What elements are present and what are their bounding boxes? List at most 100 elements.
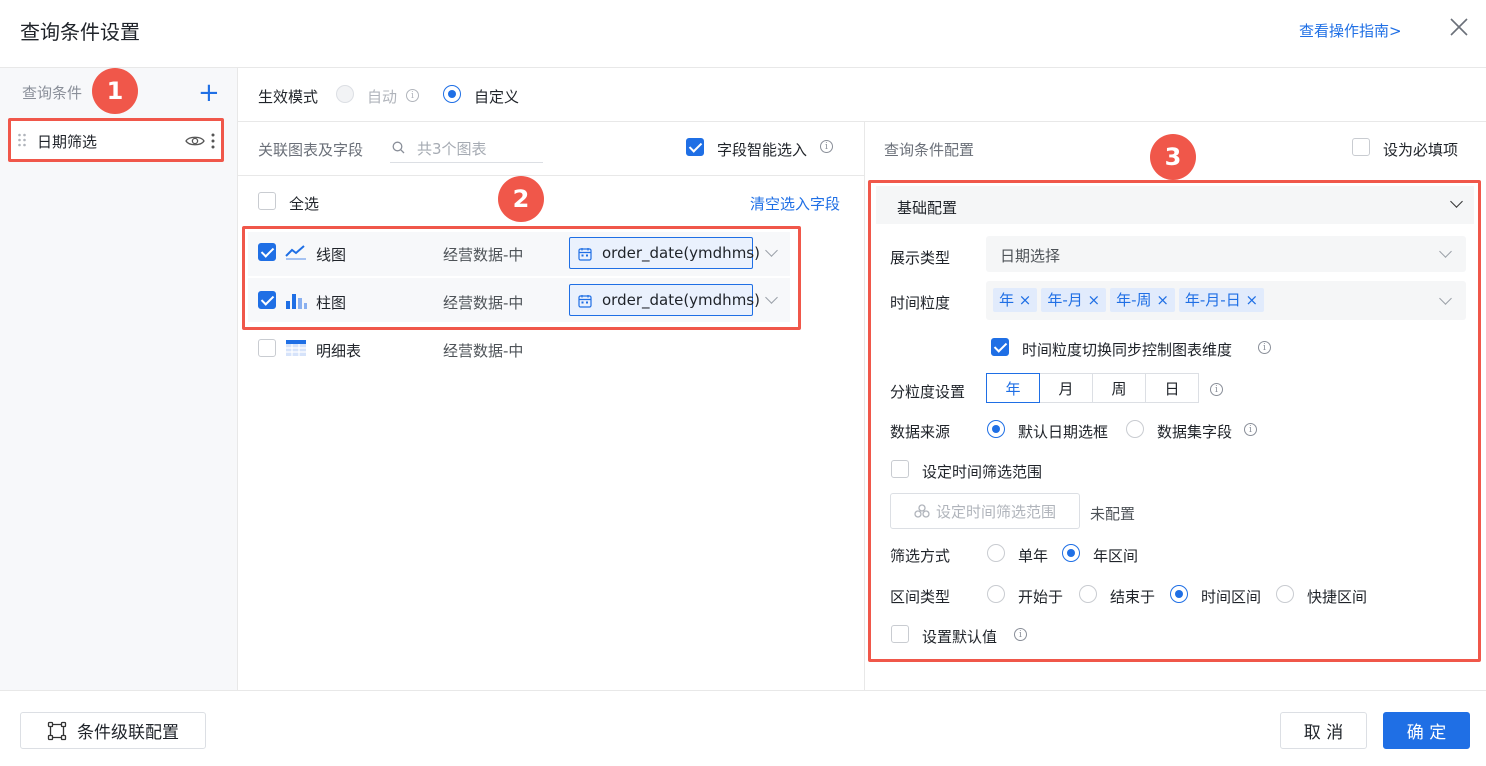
search-icon <box>392 141 405 154</box>
mode-custom-label: 自定义 <box>474 88 520 106</box>
display-type-select[interactable]: 日期选择 <box>986 236 1466 272</box>
field-value: order_date(ymdhms) <box>602 244 760 262</box>
cascade-config-button[interactable]: 条件级联配置 <box>20 712 206 749</box>
divider <box>238 121 1486 122</box>
source-dataset-radio[interactable] <box>1126 420 1144 438</box>
mode-auto-label: 自动 <box>367 88 398 106</box>
row-checkbox[interactable] <box>258 243 276 261</box>
sub-granularity-label: 分粒度设置 <box>890 383 966 401</box>
mode-custom-radio[interactable] <box>443 85 461 103</box>
time-range-status: 未配置 <box>1090 505 1136 523</box>
guide-link[interactable]: 查看操作指南> <box>1299 20 1402 41</box>
bar-chart-icon <box>286 294 307 309</box>
range-icon <box>914 504 930 518</box>
granularity-tag[interactable]: 年-月-日 × <box>1178 288 1265 312</box>
add-condition-icon[interactable]: + <box>198 80 220 106</box>
annotation-badge-3: 3 <box>1150 134 1196 180</box>
filter-year-range-radio[interactable] <box>1062 544 1080 562</box>
granularity-label: 时间粒度 <box>890 294 951 312</box>
info-icon: i <box>820 140 833 153</box>
calendar-icon <box>578 248 592 261</box>
sub-granularity-year[interactable]: 年 <box>986 373 1040 403</box>
cascade-icon <box>47 721 67 740</box>
more-icon[interactable] <box>211 133 215 149</box>
mode-auto-radio[interactable] <box>336 85 354 103</box>
condition-list-label: 查询条件 <box>22 84 83 102</box>
condition-item-date-filter[interactable]: 日期筛选 <box>8 118 224 162</box>
time-range-checkbox[interactable] <box>891 460 909 478</box>
default-value-checkbox[interactable] <box>891 625 909 643</box>
interval-end-label: 结束于 <box>1110 588 1156 606</box>
filter-single-year-label: 单年 <box>1018 547 1049 565</box>
field-value: order_date(ymdhms) <box>602 291 760 309</box>
dialog-title: 查询条件设置 <box>20 20 140 44</box>
annotation-badge-2: 2 <box>498 176 544 222</box>
chevron-down-icon <box>1439 245 1452 258</box>
granularity-tag[interactable]: 年-月 × <box>1041 288 1107 312</box>
chevron-down-icon <box>1439 292 1452 305</box>
chart-search-box[interactable]: 共3个图表 <box>390 131 543 163</box>
source-default-radio[interactable] <box>987 420 1005 438</box>
cancel-button[interactable]: 取 消 <box>1280 712 1367 749</box>
granularity-tags: 年 × 年-月 × 年-周 × 年-月-日 × <box>993 288 1265 312</box>
basic-config-header[interactable] <box>876 186 1474 224</box>
drag-handle-icon[interactable] <box>17 132 27 148</box>
smart-select-checkbox[interactable] <box>686 138 704 156</box>
clear-fields-link[interactable]: 清空选入字段 <box>750 193 840 214</box>
select-all-checkbox[interactable] <box>258 192 276 210</box>
related-charts-label: 关联图表及字段 <box>258 141 364 159</box>
sub-granularity-day[interactable]: 日 <box>1146 373 1199 403</box>
granularity-tag[interactable]: 年-周 × <box>1110 288 1175 312</box>
calendar-icon <box>578 295 592 308</box>
interval-end-radio[interactable] <box>1079 585 1097 603</box>
interval-start-radio[interactable] <box>987 585 1005 603</box>
row-checkbox[interactable] <box>258 339 276 357</box>
set-time-range-button[interactable]: 设定时间筛选范围 <box>890 493 1080 529</box>
required-checkbox[interactable] <box>1352 138 1370 156</box>
row-checkbox[interactable] <box>258 291 276 309</box>
mode-label: 生效模式 <box>258 88 319 106</box>
divider <box>864 121 865 690</box>
filter-mode-label: 筛选方式 <box>890 547 951 565</box>
granularity-tag[interactable]: 年 × <box>993 288 1038 312</box>
divider <box>238 175 864 176</box>
field-select[interactable]: order_date(ymdhms) <box>569 237 760 269</box>
display-type-value: 日期选择 <box>1000 247 1061 265</box>
interval-range-radio[interactable] <box>1170 585 1188 603</box>
sync-dimension-checkbox[interactable] <box>991 338 1009 356</box>
info-icon: i <box>1210 383 1223 396</box>
granularity-select[interactable]: 年 × 年-月 × 年-周 × 年-月-日 × <box>986 281 1466 320</box>
chart-name: 线图 <box>316 246 347 264</box>
interval-quick-label: 快捷区间 <box>1307 588 1368 606</box>
interval-range-label: 时间区间 <box>1201 588 1262 606</box>
info-icon: i <box>406 89 419 102</box>
cascade-config-label: 条件级联配置 <box>77 723 179 743</box>
config-label: 查询条件配置 <box>884 141 975 159</box>
data-source-label: 数据来源 <box>890 423 951 441</box>
eye-icon[interactable] <box>185 134 205 148</box>
dataset-name: 经营数据-中 <box>443 246 524 264</box>
basic-config-title: 基础配置 <box>897 199 958 217</box>
sub-granularity-week[interactable]: 周 <box>1093 373 1146 403</box>
field-select[interactable]: order_date(ymdhms) <box>569 284 760 316</box>
close-icon[interactable] <box>1448 16 1470 38</box>
smart-select-label: 字段智能选入 <box>717 141 808 159</box>
search-input[interactable]: 共3个图表 <box>417 138 487 159</box>
confirm-button[interactable]: 确 定 <box>1383 712 1470 749</box>
source-default-label: 默认日期选框 <box>1018 423 1109 441</box>
filter-year-range-label: 年区间 <box>1093 547 1139 565</box>
interval-start-label: 开始于 <box>1018 588 1064 606</box>
table-icon <box>286 340 306 356</box>
required-label: 设为必填项 <box>1383 141 1459 159</box>
interval-quick-radio[interactable] <box>1276 585 1294 603</box>
sub-granularity-month[interactable]: 月 <box>1040 373 1093 403</box>
time-range-label: 设定时间筛选范围 <box>922 463 1043 481</box>
source-dataset-label: 数据集字段 <box>1157 423 1233 441</box>
default-value-label: 设置默认值 <box>922 628 998 646</box>
select-all-label: 全选 <box>289 195 320 213</box>
sync-dimension-label: 时间粒度切换同步控制图表维度 <box>1022 341 1233 359</box>
dataset-name: 经营数据-中 <box>443 294 524 312</box>
dialog-header <box>0 0 1486 68</box>
filter-single-year-radio[interactable] <box>987 544 1005 562</box>
line-chart-icon <box>285 245 306 260</box>
